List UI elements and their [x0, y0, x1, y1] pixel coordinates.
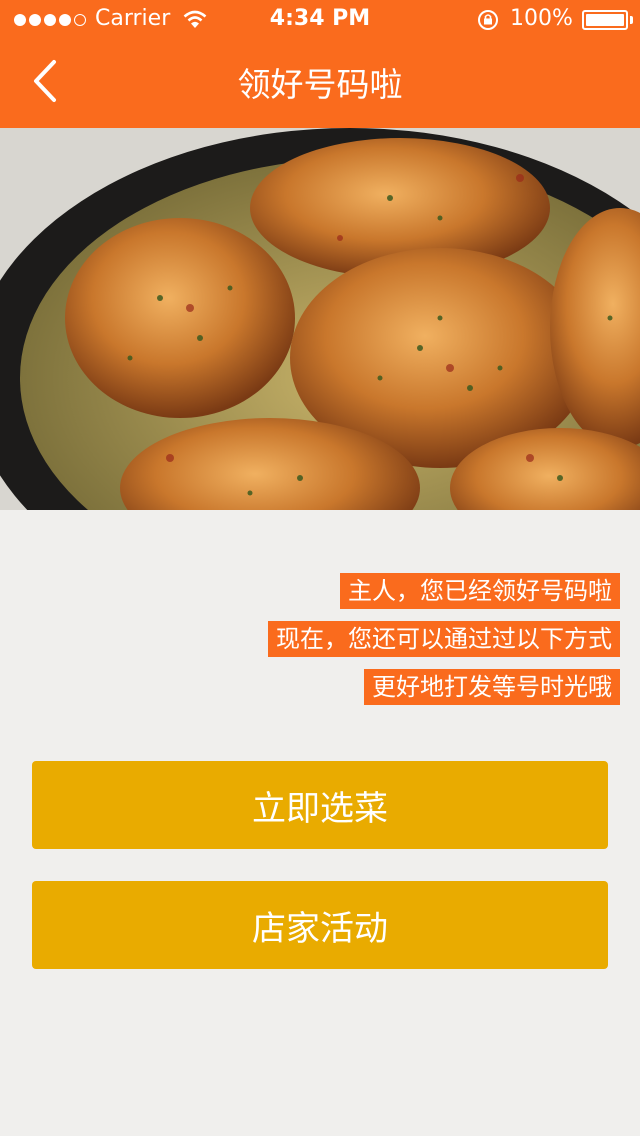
status-bar: Carrier 4:34 PM 100%: [0, 0, 640, 40]
battery-percent: 100%: [510, 6, 573, 31]
food-photo: [0, 128, 640, 510]
notice-line: 现在，您还可以通过过以下方式: [268, 621, 620, 657]
orientation-lock-icon: [478, 10, 498, 30]
notice-line: 主人，您已经领好号码啦: [340, 573, 620, 609]
order-now-button[interactable]: 立即选菜: [32, 761, 608, 849]
store-promotions-button[interactable]: 店家活动: [32, 881, 608, 969]
app-header: Carrier 4:34 PM 100% 领好号码啦: [0, 0, 640, 128]
page-title: 领好号码啦: [237, 65, 403, 104]
battery-icon: [582, 10, 628, 30]
notice-messages: 主人，您已经领好号码啦 现在，您还可以通过过以下方式 更好地打发等号时光哦: [20, 573, 620, 705]
notice-line: 更好地打发等号时光哦: [364, 669, 620, 705]
